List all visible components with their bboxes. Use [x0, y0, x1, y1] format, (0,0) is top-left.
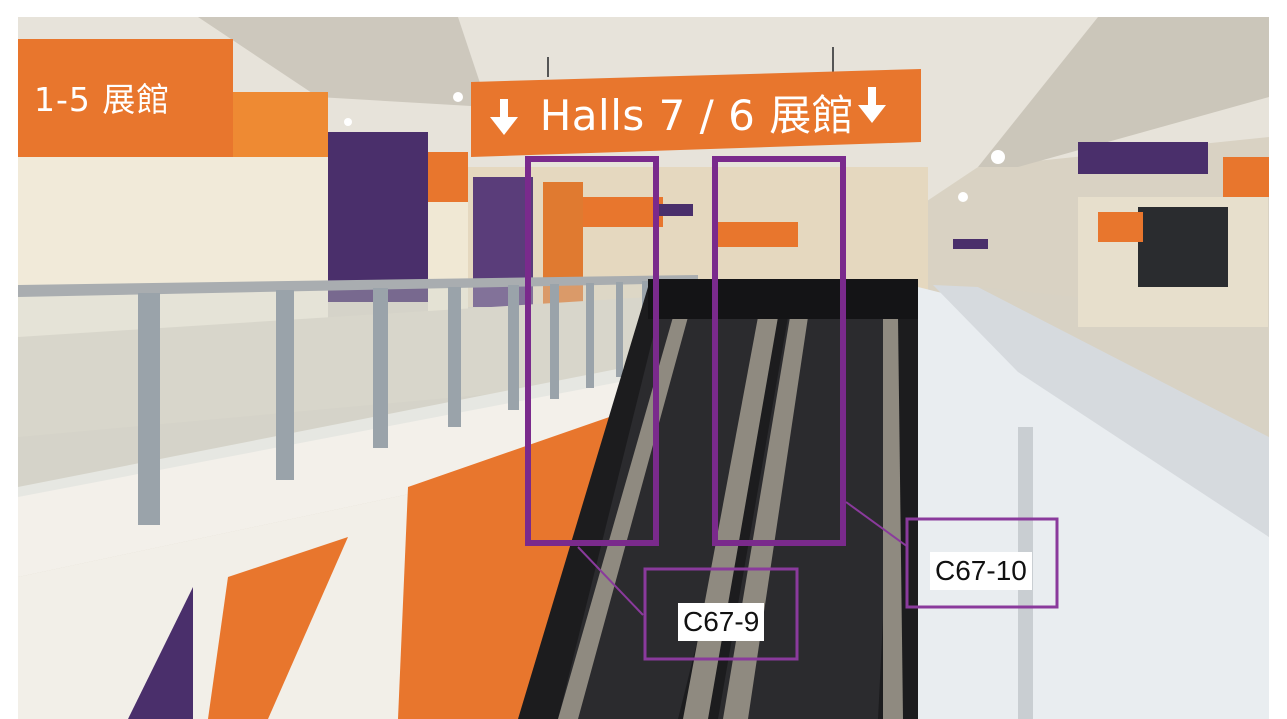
direction-sign-purple: [953, 239, 988, 249]
railing-post: [373, 288, 388, 448]
railing-post: [508, 285, 519, 410]
orange-wall-panel: [1223, 157, 1269, 197]
ceiling-light: [958, 192, 968, 202]
callout-label-c67-10: C67-10: [930, 552, 1032, 590]
railing-post: [138, 293, 160, 525]
direction-sign-purple: [1078, 142, 1208, 174]
halls-1-5-sign-text: 1-5 展館: [34, 80, 171, 119]
photo-frame: 1-5 展館 Halls 7 / 6 展館 C67-9 C67-10: [18, 17, 1269, 719]
orange-wall-panel: [428, 152, 468, 202]
ceiling-light: [344, 118, 352, 126]
halls-7-6-sign-text: Halls 7 / 6 展館: [539, 90, 855, 140]
escalator-top-landing: [648, 279, 918, 319]
orange-wall-panel: [573, 197, 663, 227]
halls-7-6-sign: Halls 7 / 6 展館: [473, 69, 921, 155]
railing-post: [616, 282, 623, 377]
orange-wall-panel: [718, 222, 798, 247]
railing-post: [448, 287, 461, 427]
shop-counter: [1138, 207, 1228, 287]
railing-post: [276, 290, 294, 480]
ceiling-light: [991, 150, 1005, 164]
railing-post: [586, 283, 594, 388]
callout-label-c67-9: C67-9: [678, 603, 765, 641]
purple-wall: [328, 132, 428, 302]
railing-post: [550, 284, 559, 399]
direction-sign-purple: [658, 204, 693, 216]
ceiling-light: [453, 92, 463, 102]
orange-wall-panel: [1098, 212, 1143, 242]
